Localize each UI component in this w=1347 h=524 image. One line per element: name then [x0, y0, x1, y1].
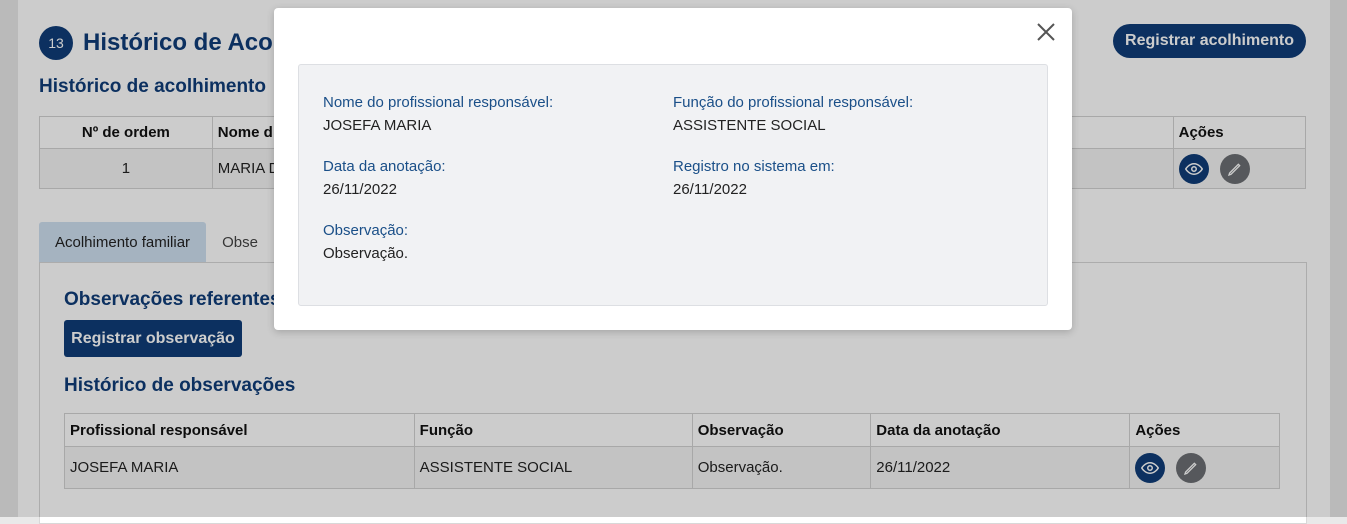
observation-field: Observação: Observação.	[323, 222, 408, 262]
system-registration-label: Registro no sistema em:	[673, 158, 835, 175]
system-registration-field: Registro no sistema em: 26/11/2022	[673, 158, 835, 198]
role-label: Função do profissional responsável:	[673, 94, 914, 111]
role-value: ASSISTENTE SOCIAL	[673, 117, 826, 134]
details-box: Nome do profissional responsável: JOSEFA…	[298, 64, 1048, 306]
observation-detail-modal: Nome do profissional responsável: JOSEFA…	[274, 8, 1072, 330]
close-icon	[1037, 23, 1055, 41]
date-field: Data da anotação: 26/11/2022	[323, 158, 446, 198]
professional-field: Nome do profissional responsável: JOSEFA…	[323, 94, 553, 134]
date-value: 26/11/2022	[323, 181, 397, 198]
observation-label: Observação:	[323, 222, 409, 239]
professional-label: Nome do profissional responsável:	[323, 94, 554, 111]
system-registration-value: 26/11/2022	[673, 181, 747, 198]
professional-value: JOSEFA MARIA	[323, 117, 432, 134]
close-button[interactable]	[1034, 20, 1058, 44]
role-field: Função do profissional responsável: ASSI…	[673, 94, 913, 134]
observation-value: Observação.	[323, 245, 409, 262]
date-label: Data da anotação:	[323, 158, 446, 175]
